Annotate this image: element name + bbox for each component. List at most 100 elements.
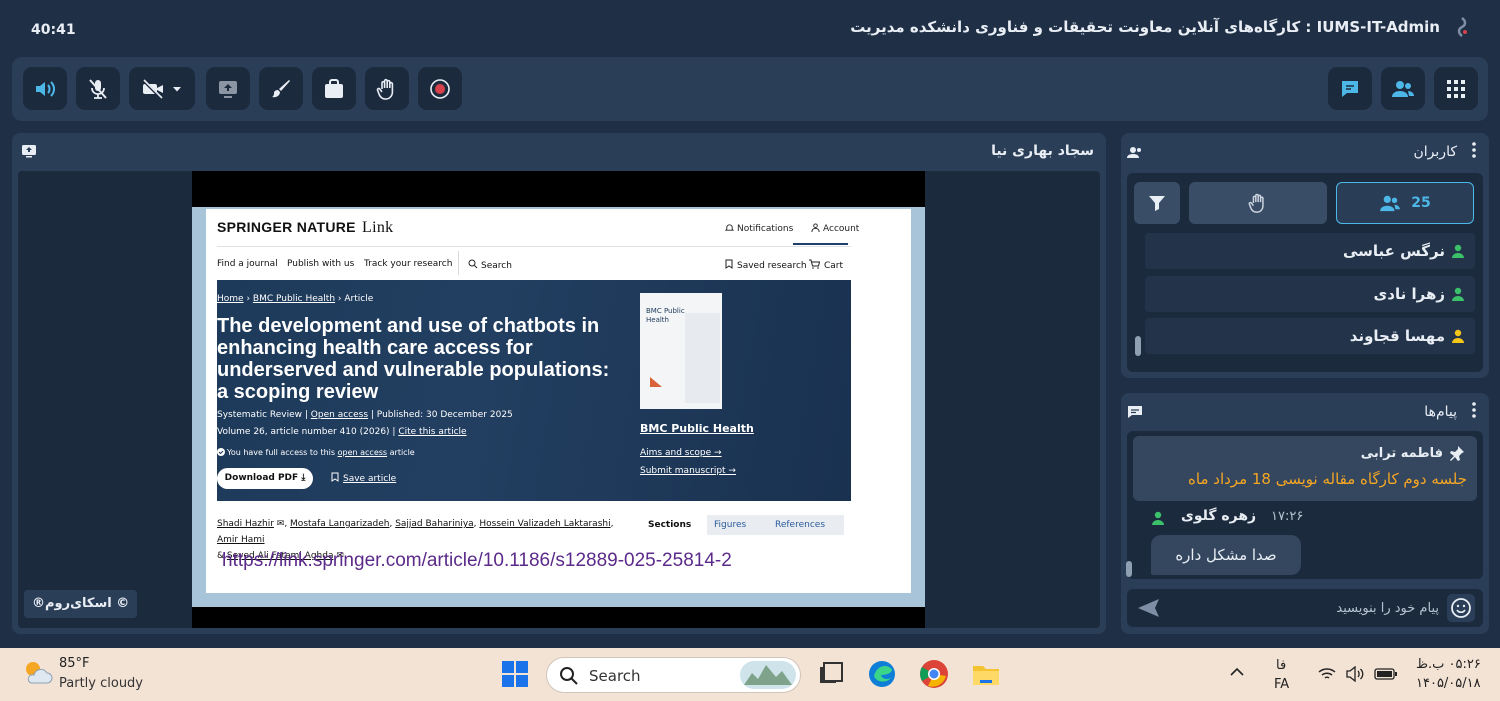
aims-scope-label: Aims and scope	[640, 448, 712, 458]
breadcrumb-journal[interactable]: BMC Public Health	[253, 294, 335, 304]
account-link[interactable]: Account	[811, 223, 859, 234]
compose-bar	[1127, 589, 1483, 627]
send-icon[interactable]	[1137, 598, 1159, 618]
users-icon	[1380, 195, 1401, 212]
pin-icon	[1450, 446, 1464, 461]
battery-icon[interactable]	[1374, 668, 1398, 680]
breadcrumb-home[interactable]: Home	[217, 294, 244, 304]
author-link[interactable]: Hossein Valizadeh Laktarashi	[479, 519, 610, 529]
search-icon	[468, 259, 478, 269]
notifications-link[interactable]: Notifications	[724, 223, 793, 234]
tab-figures[interactable]: Figures	[714, 520, 746, 530]
speaker-button[interactable]	[23, 67, 67, 110]
volume-icon[interactable]	[1345, 666, 1365, 682]
task-view-icon[interactable]	[815, 658, 847, 690]
tab-references[interactable]: References	[775, 520, 825, 530]
brand-link-text: Link	[362, 219, 394, 236]
messages-scrollbar[interactable]	[1126, 561, 1132, 577]
pinned-message[interactable]: فاطمه ترابی جلسه دوم کارگاه مقاله نویسی …	[1133, 436, 1477, 501]
open-access-link[interactable]: Open access	[311, 410, 368, 420]
user-row[interactable]: نرگس عباسی	[1145, 233, 1475, 269]
clock-time[interactable]: ۰۵:۲۶ ب.ظ	[1416, 657, 1481, 672]
camera-button[interactable]	[129, 67, 195, 110]
chrome-browser-icon[interactable]	[918, 658, 950, 690]
weather-description: Partly cloudy	[59, 676, 143, 691]
tab-sections[interactable]: Sections	[641, 515, 707, 535]
files-button[interactable]	[312, 67, 356, 110]
user-row[interactable]: مهسا قجاوند	[1145, 318, 1475, 354]
raise-hand-button[interactable]	[365, 67, 409, 110]
user-row[interactable]: زهرا نادی	[1145, 276, 1475, 312]
raised-hands-filter-button[interactable]	[1189, 182, 1327, 224]
nav-track-research[interactable]: Track your research	[364, 259, 452, 269]
whiteboard-button[interactable]	[259, 67, 303, 110]
submit-manuscript-link[interactable]: Submit manuscript →	[640, 466, 736, 476]
app-logo-icon	[1457, 17, 1467, 37]
taskbar-search[interactable]: Search	[546, 657, 801, 693]
language-short[interactable]: فا	[1276, 658, 1286, 673]
video-panel: سجاد بهاری نیا SPRINGER NATURE Link Noti…	[12, 133, 1106, 634]
aims-scope-link[interactable]: Aims and scope →	[640, 448, 722, 458]
users-toggle-button[interactable]	[1381, 67, 1425, 110]
screen-share-indicator-icon[interactable]	[21, 143, 37, 159]
language-code[interactable]: FA	[1274, 677, 1289, 692]
journal-name-link[interactable]: BMC Public Health	[640, 422, 754, 435]
partly-cloudy-icon[interactable]	[21, 657, 53, 689]
chat-toggle-button[interactable]	[1328, 67, 1372, 110]
messages-list: فاطمه ترابی جلسه دوم کارگاه مقاله نویسی …	[1126, 431, 1483, 579]
nav-publish[interactable]: Publish with us	[287, 259, 354, 269]
share-screen-button[interactable]	[206, 67, 250, 110]
header-divider	[217, 246, 851, 247]
message-bubble: صدا مشکل داره	[1151, 535, 1301, 575]
springer-logo[interactable]: SPRINGER NATURE Link	[217, 219, 393, 237]
author-link[interactable]: Mostafa Langarizadeh	[290, 519, 389, 529]
user-name: نرگس عباسی	[1342, 242, 1445, 260]
search-icon	[560, 667, 578, 685]
access-note: You have full access to this open access…	[217, 448, 415, 457]
saved-research-link[interactable]: Saved research	[725, 259, 807, 271]
nav-find-journal[interactable]: Find a journal	[217, 259, 278, 269]
cart-link[interactable]: Cart	[809, 259, 843, 271]
download-pdf-button[interactable]: Download PDF ⤓	[217, 468, 313, 489]
save-article-link[interactable]: Save article	[331, 472, 396, 484]
author-link[interactable]: Amir Hami	[217, 535, 265, 545]
user-count: 25	[1411, 195, 1431, 211]
author-link[interactable]: Sajjad Bahariniya	[395, 519, 473, 529]
article-hero: Home › BMC Public Health › Article The d…	[217, 280, 851, 501]
chevron-up-icon	[1230, 667, 1244, 676]
user-count-button[interactable]: 25	[1336, 182, 1474, 224]
author-link[interactable]: Shadi Hazhir	[217, 519, 274, 529]
users-menu-icon[interactable]	[1472, 142, 1476, 158]
filter-button[interactable]	[1134, 182, 1180, 224]
title-bar: 40:41 IUMS-IT-Admin : کارگاه‌های آنلاین …	[0, 0, 1500, 56]
users-scrollbar[interactable]	[1135, 336, 1141, 356]
messages-panel-icon	[1128, 406, 1142, 418]
access-note-link[interactable]: open access	[338, 448, 387, 457]
article-tabs: Sections Figures References	[641, 515, 844, 535]
record-button[interactable]	[418, 67, 462, 110]
article-title: The development and use of chatbots in e…	[217, 315, 610, 403]
emoji-icon[interactable]	[1447, 594, 1475, 622]
messages-menu-icon[interactable]	[1472, 402, 1476, 418]
microphone-button[interactable]	[76, 67, 120, 110]
message-author: زهره گلوی	[1181, 508, 1257, 524]
message-input[interactable]	[1167, 589, 1447, 627]
brand-text: SPRINGER NATURE	[217, 219, 356, 235]
toolbar	[12, 57, 1488, 121]
article-meta-line: Systematic Review | Open access | Publis…	[217, 410, 513, 420]
user-name: زهرا نادی	[1373, 285, 1445, 303]
nav-search[interactable]: Search	[468, 259, 512, 271]
clock-date[interactable]: ۱۴۰۵/۰۵/۱۸	[1416, 676, 1481, 691]
cart-icon	[809, 259, 821, 269]
windows-start-icon[interactable]	[499, 658, 531, 690]
browser-frame: SPRINGER NATURE Link Notifications Accou…	[192, 207, 925, 607]
messages-panel-title: پیام‌ها	[1424, 404, 1457, 420]
file-explorer-icon[interactable]	[970, 658, 1002, 690]
apps-menu-button[interactable]	[1434, 67, 1478, 110]
journal-cover-image[interactable]: BMC Public Health	[640, 293, 722, 409]
cite-article-link[interactable]: Cite this article	[398, 427, 466, 437]
speaker-icon	[36, 80, 55, 97]
edge-browser-icon[interactable]	[866, 658, 898, 690]
show-hidden-icons[interactable]	[1230, 666, 1244, 681]
wifi-icon[interactable]	[1318, 667, 1336, 681]
